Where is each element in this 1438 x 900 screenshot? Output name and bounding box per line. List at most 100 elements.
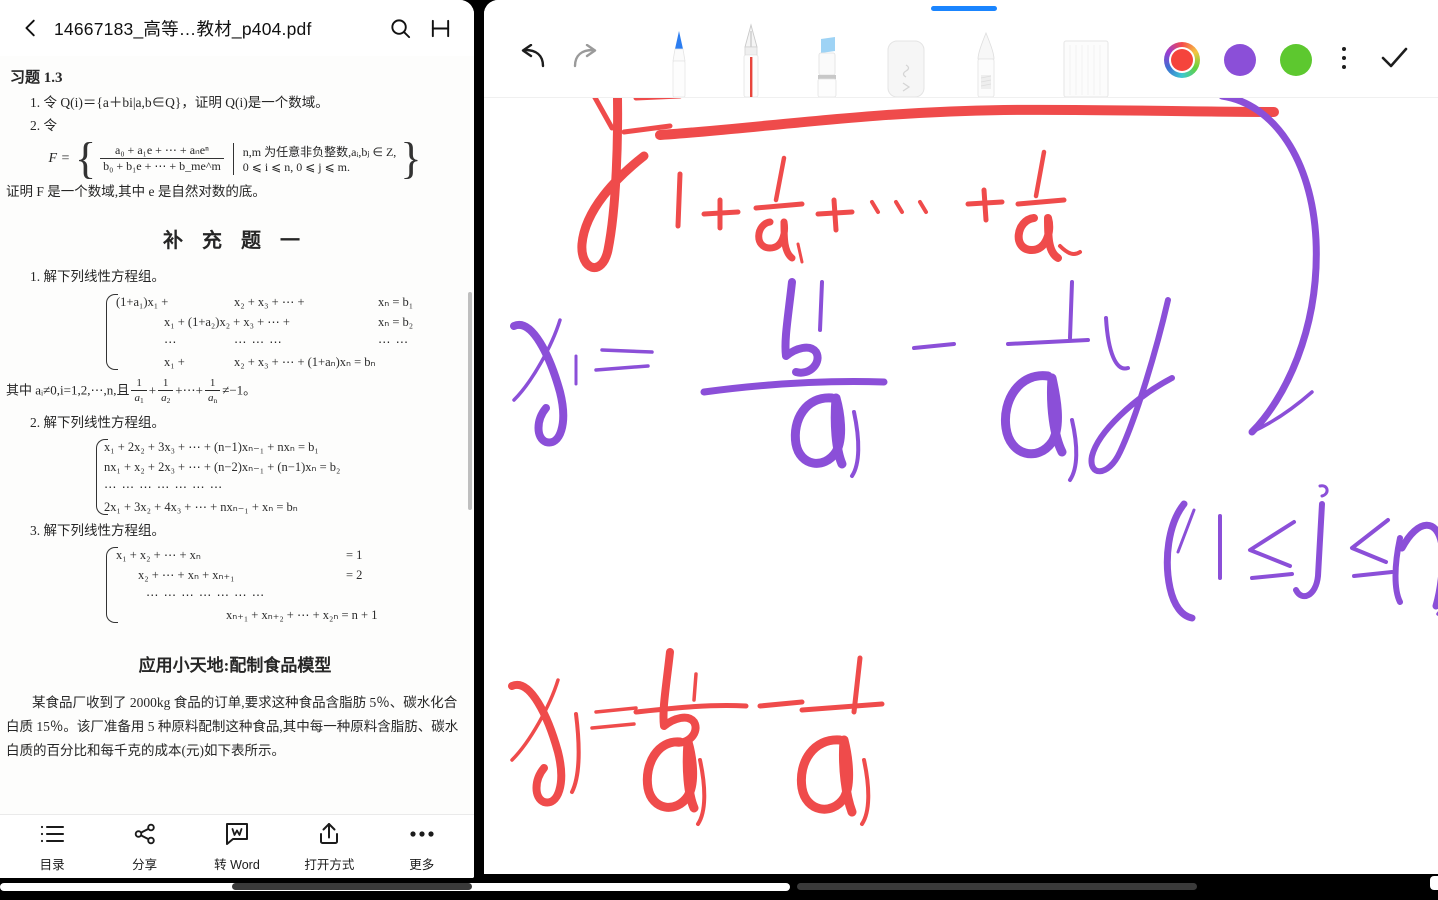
application-heading: 应用小天地:配制食品模型: [138, 656, 332, 676]
ruler-icon: [1063, 40, 1109, 98]
undo-arrow-icon: [521, 43, 545, 68]
highlighter-icon: [817, 37, 837, 98]
action-more-label: 更多: [409, 857, 435, 872]
fraction-a2: 1 a2: [158, 376, 174, 407]
problem-1-label: 1. 解下列线性方程组。: [30, 269, 165, 285]
home-indicator: [797, 883, 1197, 890]
equation-row: x₁ + x₂ + ⋯ + xₙ = 1: [116, 548, 363, 563]
edge-handle[interactable]: [1430, 876, 1438, 890]
problem-1-condition: 其中 aᵢ≠0,i=1,2,⋯,n,且 1 a1 +1 a2 +⋯+ 1 an ≠−1。: [6, 376, 257, 407]
left-brace: {: [75, 133, 97, 183]
formula-condition-1: n,m 为任意非负整数,aᵢ,bⱼ ∈ Z,: [242, 144, 397, 159]
document-title: 14667183_高等…教材_p404.pdf: [54, 18, 312, 39]
application-paragraph-line-1: 某食品厂收到了 2000kg 食品的订单,要求这种食品含脂肪 5％、碳水化合: [32, 695, 458, 711]
set-divider: [232, 142, 234, 175]
application-paragraph-line-3: 白质的百分比和每千克的成本(元)如下表所示。: [6, 742, 285, 758]
action-more[interactable]: 更多: [380, 821, 464, 873]
action-convert-word[interactable]: 转 Word: [195, 821, 279, 873]
action-share-label: 分享: [132, 857, 158, 872]
note-toolbar: [484, 0, 1438, 98]
action-open-with[interactable]: 打开方式: [287, 821, 371, 873]
eraser-icon: [887, 40, 925, 98]
eraser-tool[interactable]: [884, 39, 928, 98]
equation-row: ⋯ ⋯ ⋯ ⋯ ⋯ ⋯: [164, 334, 410, 349]
more-vertical-icon: [1342, 47, 1346, 51]
exercise-item-2-tail: 证明 F 是一个数域,其中 e 是自然对数的底。: [6, 183, 266, 199]
formula-conditions: n,m 为任意非负整数,aᵢ,bⱼ ∈ Z, 0 ⩽ i ⩽ n, 0 ⩽ j …: [239, 143, 401, 175]
fit-width-button[interactable]: [420, 8, 460, 48]
back-button[interactable]: [14, 11, 48, 45]
equation-row: x₂ + ⋯ + xₙ + xₙ₊₁ = 2: [138, 568, 363, 583]
fit-width-icon: [431, 19, 449, 37]
pdf-top-toolbar: 14667183_高等…教材_p404.pdf: [0, 0, 474, 56]
redo-button[interactable]: [570, 43, 602, 77]
red-ink-group-bottom: [508, 648, 885, 826]
open-with-icon: [317, 821, 341, 847]
equation-row: 2x₁ + 3x₂ + 4x₃ + ⋯ + nxₙ₋₁ + xₙ = bₙ: [104, 499, 298, 514]
ballpoint-pen-icon: [672, 31, 686, 98]
problem-1-equations: (1+a₁)x₁ + x₂ + x₃ + ⋯ + xₙ = b₁ x₁ + (1…: [4, 292, 466, 372]
chevron-left-icon: [25, 19, 35, 37]
problem-3-equations: x₁ + x₂ + ⋯ + xₙ = 1 x₂ + ⋯ + xₙ + xₙ₊₁ …: [4, 545, 466, 625]
more-vertical-icon: [1342, 56, 1346, 60]
color-picker-swatch[interactable]: [1164, 42, 1200, 78]
purple-swatch[interactable]: [1224, 44, 1256, 76]
ink-strokes: [508, 33, 1438, 826]
ballpoint-pen-tool[interactable]: [666, 27, 692, 98]
tab-indicator: [931, 6, 997, 11]
done-button[interactable]: [1374, 40, 1414, 76]
pdf-action-bar: 目录 分享 转 Word 打开方式 更多: [0, 814, 474, 878]
formula-numerator: a₀ + a₁e + ⋯ + aₙeⁿ: [100, 143, 224, 159]
exercise-item-1: 1. 令 Q(i)＝{a＋bi|a,b∈Q}，证明 Q(i)是一个数域。: [30, 95, 329, 110]
equation-row: nx₁ + x₂ + 2x₃ + ⋯ + (n−2)xₙ₋₁ + (n−1)xₙ…: [104, 459, 341, 474]
more-options-button[interactable]: [1332, 44, 1356, 72]
more-horizontal-icon: [409, 821, 435, 847]
pencil-tool[interactable]: [972, 31, 1000, 98]
search-icon: [390, 18, 410, 38]
equation-row: (1+a₁)x₁ + x₂ + x₃ + ⋯ + xₙ = b₁: [116, 294, 414, 309]
problem-2-equations: x₁ + 2x₂ + 3x₃ + ⋯ + (n−1)xₙ₋₁ + nxₙ = b…: [4, 437, 466, 517]
equation-row: ⋯ ⋯ ⋯ ⋯ ⋯ ⋯ ⋯: [104, 479, 224, 494]
equation-row: x₁ + x₂ + x₃ + ⋯ + (1+aₙ)xₙ = bₙ: [164, 354, 376, 369]
undo-button[interactable]: [516, 43, 548, 77]
share-icon: [132, 821, 158, 847]
table-of-contents-icon: [39, 821, 65, 847]
convert-to-word-icon: [224, 821, 250, 847]
pdf-page-view[interactable]: 习题 1.3 1. 令 Q(i)＝{a＋bi|a,b∈Q}，证明 Q(i)是一个…: [0, 56, 474, 814]
home-indicator-left: [232, 883, 472, 890]
fountain-pen-icon: [743, 23, 759, 98]
application-paragraph-line-2: 白质 15％。该厂准备用 5 种原料配制这种食品,其中每一种原料含脂肪、碳水: [6, 719, 459, 734]
purple-ink-group: [510, 92, 1438, 622]
highlighter-tool[interactable]: [810, 35, 842, 98]
fraction-an: 1 an: [204, 376, 221, 407]
equation-row: x₁ + (1+a₂)x₂ + x₃ + ⋯ + xₙ = b₂: [164, 314, 414, 329]
pdf-reader-panel: 14667183_高等…教材_p404.pdf 习题 1.3 1. 令 Q(i)…: [0, 0, 474, 878]
fraction-a1: 1 a1: [131, 376, 147, 407]
green-swatch[interactable]: [1280, 44, 1312, 76]
action-toc-label: 目录: [39, 857, 65, 872]
section-heading: 习题 1.3: [10, 70, 63, 86]
ruler-tool[interactable]: [1062, 39, 1110, 98]
app-root: 14667183_高等…教材_p404.pdf 习题 1.3 1. 令 Q(i)…: [0, 0, 1438, 900]
action-share[interactable]: 分享: [103, 821, 187, 873]
equation-row: ⋯ ⋯ ⋯ ⋯ ⋯ ⋯ ⋯: [146, 588, 266, 603]
formula-condition-2: 0 ⩽ i ⩽ n, 0 ⩽ j ⩽ m.: [242, 159, 351, 174]
formula-denominator: b₀ + b₁e + ⋯ + b_me^m: [103, 159, 221, 173]
vertical-scrollbar[interactable]: [468, 292, 472, 510]
action-convert-word-label: 转 Word: [214, 857, 260, 872]
action-toc[interactable]: 目录: [10, 821, 94, 873]
problem-2-label: 2. 解下列线性方程组。: [30, 414, 165, 430]
equation-row: xₙ₊₁ + xₙ₊₂ + ⋯ + x₂ₙ = n + 1: [226, 608, 378, 623]
swatch-active-color: [1171, 49, 1193, 71]
fountain-pen-tool[interactable]: [736, 23, 766, 98]
more-vertical-icon: [1342, 65, 1346, 69]
check-icon: [1381, 47, 1408, 68]
search-button[interactable]: [380, 8, 420, 48]
formula-fraction: a₀ + a₁e + ⋯ + aₙeⁿ b₀ + b₁e + ⋯ + b_me^…: [96, 143, 228, 174]
problem-3-label: 3. 解下列线性方程组。: [30, 522, 165, 538]
note-canvas[interactable]: [484, 0, 1438, 874]
equation-row: x₁ + 2x₂ + 3x₃ + ⋯ + (n−1)xₙ₋₁ + nxₙ = b…: [104, 439, 319, 454]
supplement-heading: 补 充 题 一: [163, 230, 307, 253]
right-brace: }: [400, 133, 422, 183]
redo-arrow-icon: [573, 43, 597, 68]
